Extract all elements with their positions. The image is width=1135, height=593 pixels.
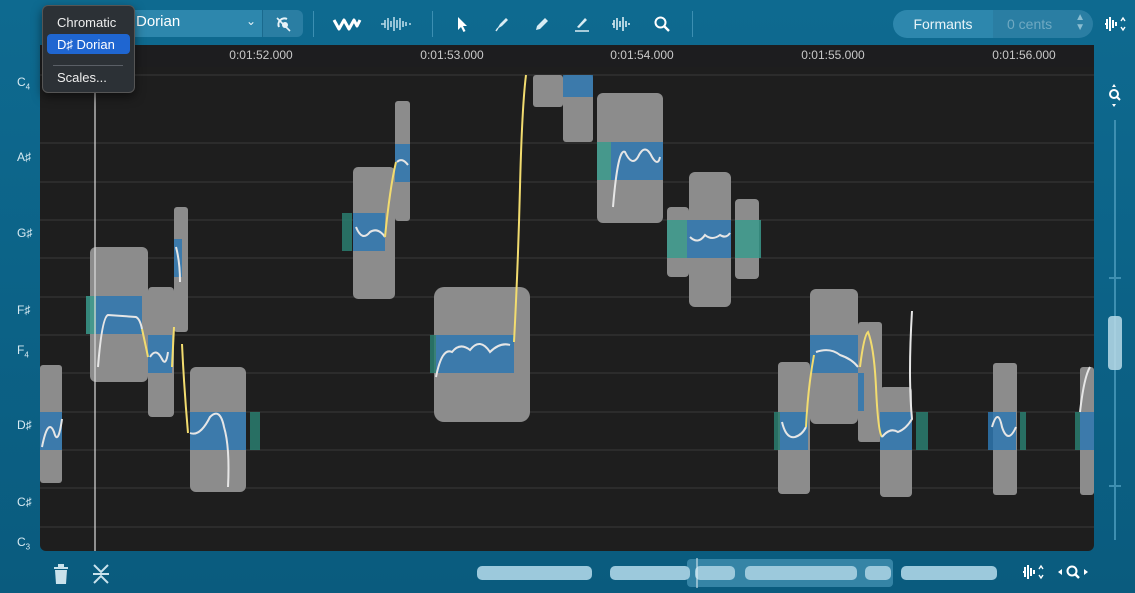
pitch-pen-icon [495,17,508,31]
toolbar-divider [692,11,693,37]
scroll-thumb[interactable] [1108,316,1122,370]
split-icon [93,563,109,584]
menu-separator [53,65,123,66]
pitch-label-c4: C4 [17,75,31,92]
ruler-time-label: 0:01:56.000 [992,48,1056,62]
cents-field[interactable]: 0 cents ▲ ▼ [993,10,1093,38]
horizontal-zoom-button[interactable] [1055,558,1091,585]
scale-dropdown-menu: Chromatic D♯ Dorian Scales... [42,5,135,93]
pitch-tool-button[interactable] [330,10,364,37]
line-tool-button[interactable] [570,10,594,37]
menu-item-chromatic[interactable]: Chromatic [47,12,130,32]
formants-button[interactable]: Formants [893,10,993,38]
pitch-label-g-sharp: G♯ [17,226,33,240]
waveform-zoom-button[interactable] [1020,558,1046,585]
ruler-time-label: 0:01:55.000 [801,48,865,62]
toolbar-divider [313,11,314,37]
snap-button[interactable] [262,10,303,37]
time-stretch-icon [612,16,630,31]
select-tool-button[interactable] [450,10,474,37]
overview-waveform[interactable] [455,558,1015,588]
ruler-time-label: 0:01:54.000 [610,48,674,62]
pitch-label-c3: C3 [17,535,31,552]
formants-label: Formants [913,16,973,32]
pitch-editor-graphics [40,67,1094,551]
ruler-time-label: 0:01:52.000 [229,48,293,62]
zoom-tool-button[interactable] [650,10,674,37]
zoom-icon[interactable] [1105,80,1125,110]
snap-to-pitch-icon [276,17,291,32]
split-button[interactable] [88,560,114,587]
waveform-view-button[interactable] [1100,10,1130,37]
time-ruler[interactable]: 0:01:52.000 0:01:53.000 0:01:54.000 0:01… [40,45,1094,67]
pencil-tool-button[interactable] [530,10,554,37]
scale-select-value: Dorian [136,13,181,30]
toolbar: Dorian ⌄ Formants 0 cents ▲ ▼ [0,0,1135,46]
app-window: Dorian ⌄ Formants 0 cents ▲ ▼ 0:01:52.00… [0,0,1135,593]
chevron-down-icon: ⌄ [245,14,256,28]
pitch-label-d-sharp: D♯ [17,418,32,432]
pitch-draw-tool-button[interactable] [490,10,514,37]
pitch-ruler: C4 A♯ G♯ F♯ F4 D♯ C♯ C3 [0,45,40,551]
pitch-wave-icon [332,18,362,30]
vertical-zoom-strip[interactable] [1105,80,1125,550]
delete-button[interactable] [48,560,74,587]
cents-placeholder: 0 cents [1007,16,1053,32]
horizontal-zoom-icon [1058,565,1088,579]
menu-item-scales[interactable]: Scales... [47,67,130,87]
pencil-icon [536,17,548,30]
waveform-view-icon [1105,16,1126,31]
magnifier-icon [654,16,670,32]
range-marker [1109,485,1121,487]
bottom-bar [0,552,1135,593]
pitch-label-f4: F4 [17,343,29,360]
arrow-pointer-icon [458,16,467,32]
pitch-label-c-sharp: C♯ [17,495,32,509]
waveform-zoom-icon [1023,564,1044,579]
pitch-label-f-sharp: F♯ [17,303,31,317]
scale-select[interactable]: Dorian ⌄ [126,10,262,37]
line-tool-icon [575,17,589,32]
amplitude-icon [381,16,411,31]
range-marker [1109,277,1121,279]
stepper-icon[interactable]: ▲ ▼ [1075,13,1085,33]
trash-icon [54,563,68,584]
menu-item-d-sharp-dorian[interactable]: D♯ Dorian [47,34,130,54]
amplitude-tool-button[interactable] [378,10,414,37]
pitch-editor-canvas[interactable] [40,67,1094,551]
toolbar-divider [432,11,433,37]
pitch-label-a-sharp: A♯ [17,150,32,164]
ruler-time-label: 0:01:53.000 [420,48,484,62]
time-tool-button[interactable] [608,10,634,37]
